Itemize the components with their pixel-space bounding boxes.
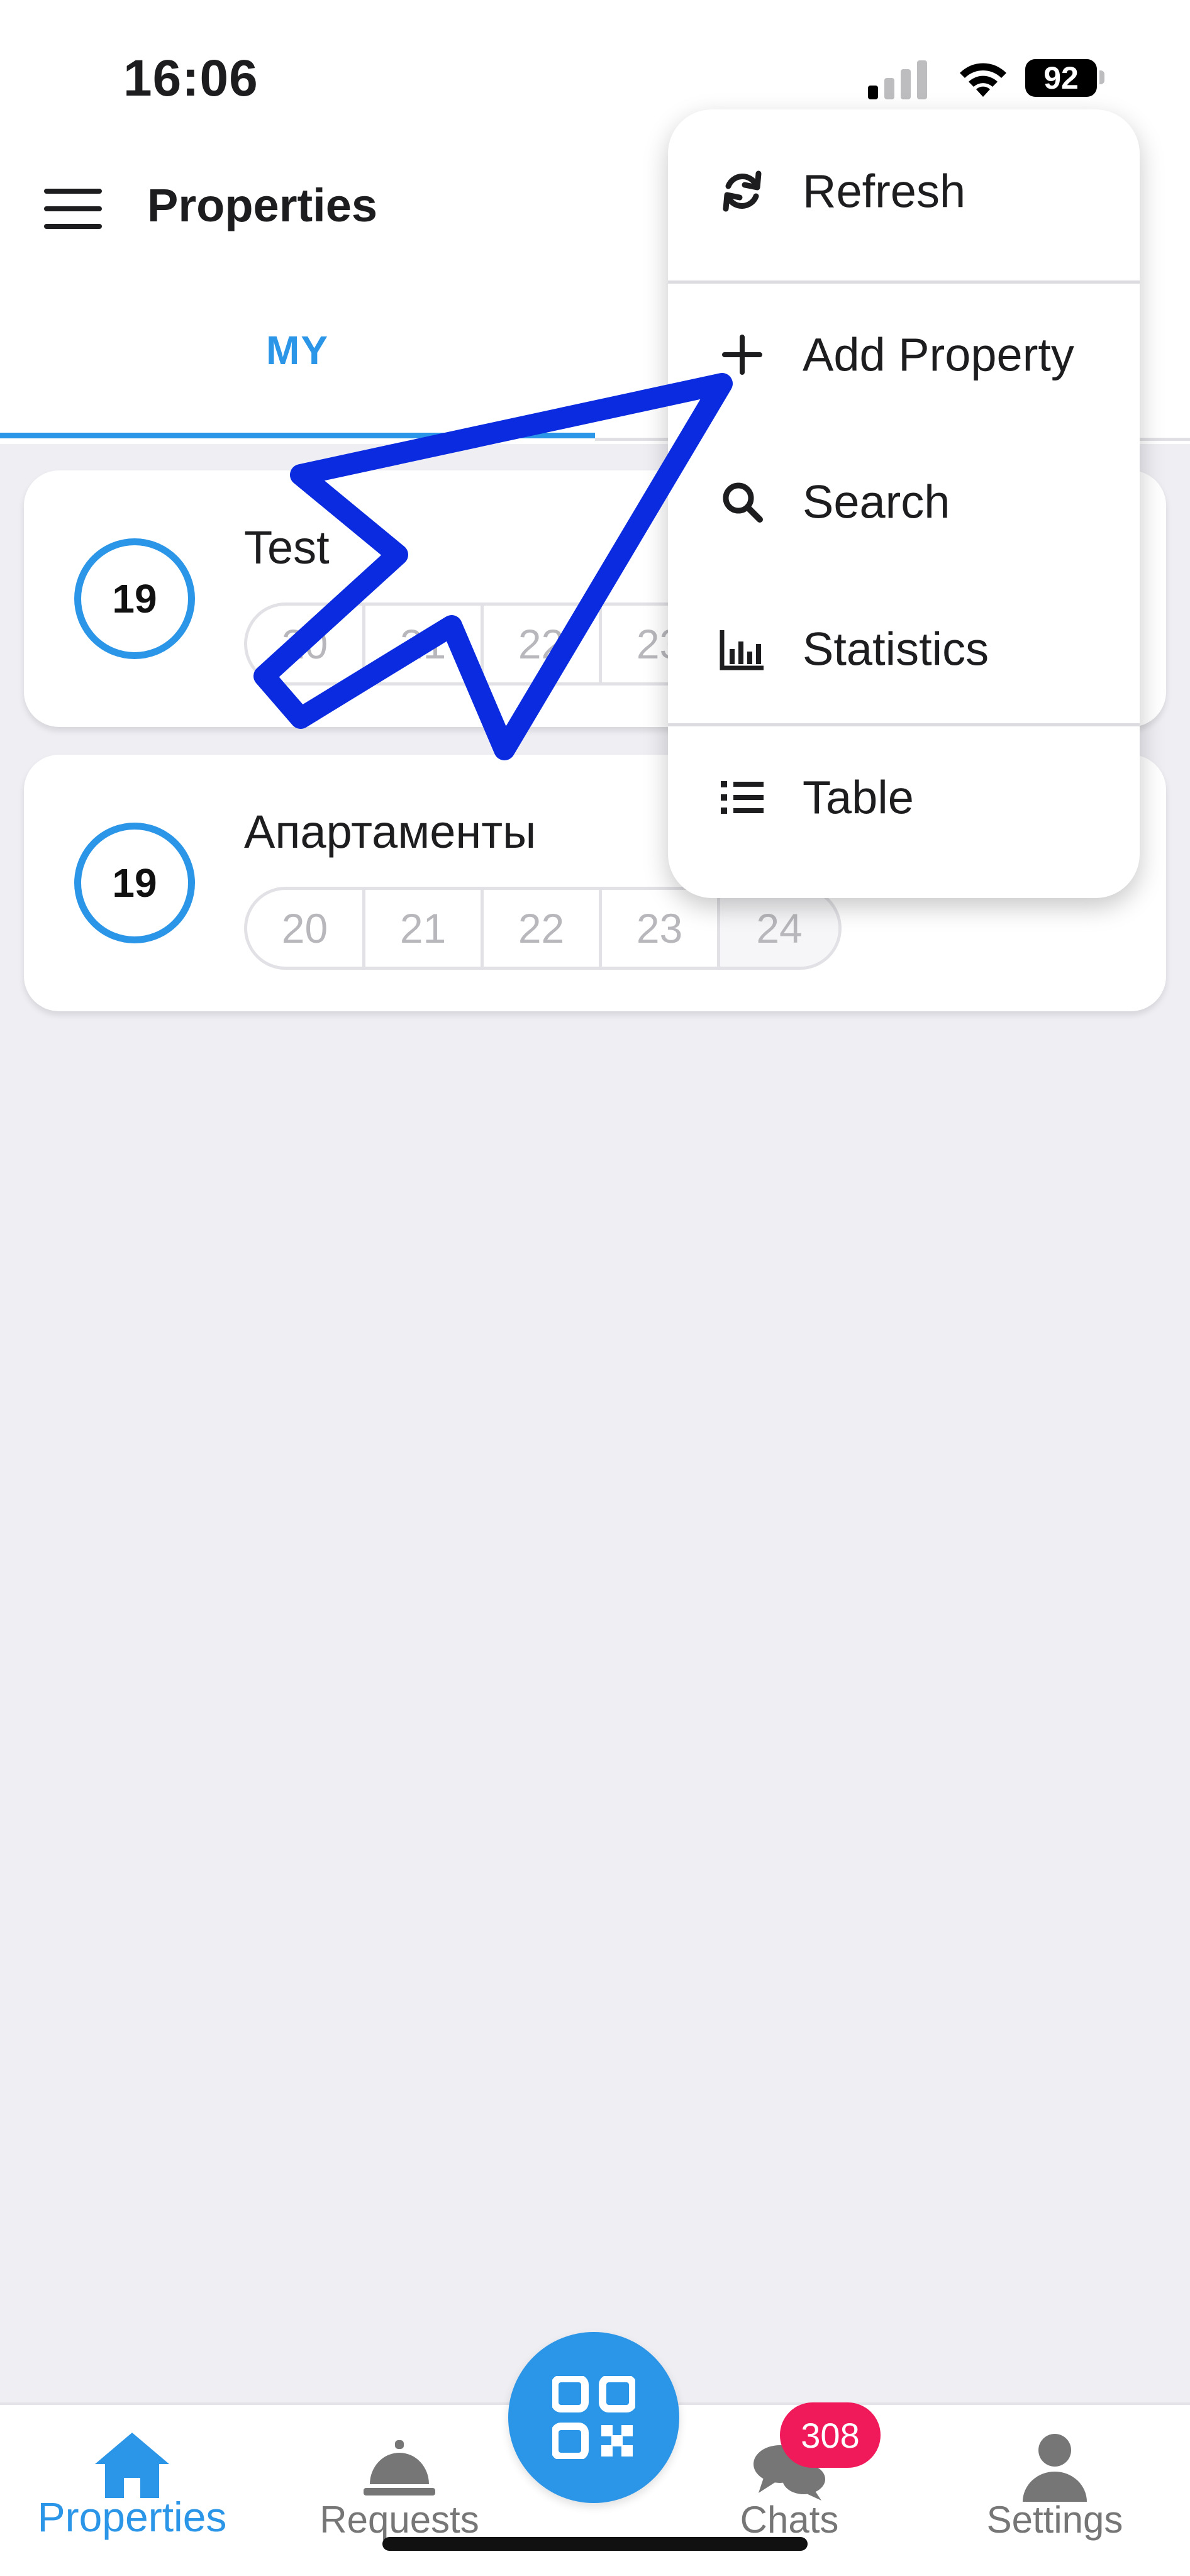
date-cell[interactable]: 23 [602,890,721,967]
menu-divider [668,280,1140,284]
qr-scan-button[interactable] [508,2332,679,2503]
nav-label: Properties [37,2494,227,2540]
nav-label: Chats [740,2499,839,2541]
menu-item-search[interactable]: Search [668,439,1140,565]
nav-item-settings[interactable]: Settings [951,2405,1159,2576]
menu-item-label: Add Property [803,328,1074,381]
list-icon [721,781,764,814]
bar-chart-icon [720,630,764,670]
property-name: Апартаменты [244,806,537,858]
battery-level: 92 [1025,59,1097,97]
home-indicator [382,2537,808,2551]
menu-item-add-property[interactable]: Add Property [668,292,1140,418]
nav-label: Requests [320,2499,479,2541]
plus-icon [722,335,762,375]
status-icons: 92 [868,58,1120,102]
day-badge: 19 [74,823,195,943]
menu-item-refresh[interactable]: Refresh [668,128,1140,254]
menu-divider [668,723,1140,726]
nav-item-properties[interactable]: Properties [28,2405,236,2576]
date-cell[interactable]: 20 [247,890,366,967]
day-badge: 19 [74,538,195,659]
date-cell[interactable]: 22 [484,606,603,682]
menu-item-table[interactable]: Table [668,735,1140,860]
page-title: Properties [147,179,378,231]
tab-my[interactable]: MY [0,327,595,374]
status-time: 16:06 [123,50,259,107]
battery-tip [1099,70,1104,84]
chats-unread-badge: 308 [780,2402,881,2468]
date-cell[interactable]: 21 [365,890,484,967]
overflow-menu: Refresh Add Property Search Statistics T… [668,109,1140,898]
date-cell[interactable]: 20 [247,606,366,682]
date-cell[interactable]: 24 [720,890,838,967]
date-cell[interactable]: 22 [484,890,603,967]
refresh-icon [723,170,762,212]
person-icon [1023,2434,1087,2502]
search-icon [723,482,763,523]
menu-item-label: Statistics [803,623,989,675]
menu-item-label: Table [803,771,914,824]
menu-item-label: Search [803,475,950,528]
bell-icon [364,2440,435,2496]
menu-item-statistics[interactable]: Statistics [668,586,1140,712]
hamburger-menu-icon[interactable] [44,189,102,229]
nav-label: Settings [986,2499,1123,2541]
date-strip: 20 21 22 23 24 [244,887,842,970]
property-name: Test [244,521,330,574]
date-cell[interactable]: 21 [365,606,484,682]
cellular-signal-icon [868,58,931,99]
menu-item-label: Refresh [803,165,966,218]
wifi-icon [960,63,1006,97]
home-icon [95,2433,169,2498]
tab-active-indicator [0,433,595,438]
qr-code-icon [552,2376,635,2459]
